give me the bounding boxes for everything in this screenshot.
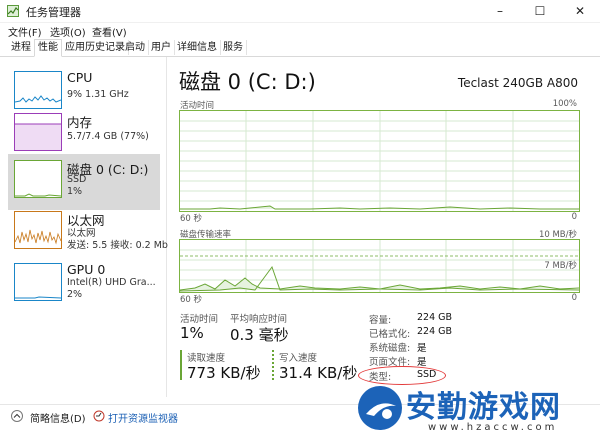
- sidebar-item-gpu[interactable]: GPU 0 Intel(R) UHD Gra... 2%: [8, 257, 160, 313]
- tab-processes[interactable]: 进程: [8, 40, 35, 55]
- sidebar-item-sub2: 1%: [67, 186, 83, 197]
- menu-file[interactable]: 文件(F): [8, 24, 42, 39]
- sidebar-item-sub: 9% 1.31 GHz: [67, 89, 129, 100]
- graph1-max: 100%: [552, 99, 577, 109]
- read-speed-box: 读取速度 773 KB/秒: [180, 350, 268, 382]
- title-bar: 任务管理器 – ☐ ✕: [0, 0, 600, 23]
- ethernet-thumbnail: [14, 211, 62, 249]
- chevron-up-icon[interactable]: [11, 410, 23, 422]
- fewer-details-link[interactable]: 简略信息(D): [30, 410, 86, 425]
- transfer-rate-chart: [179, 240, 580, 292]
- resource-monitor-icon: [93, 410, 105, 422]
- open-resource-monitor-link[interactable]: 打开资源监视器: [108, 410, 178, 425]
- tab-app-history[interactable]: 应用历史记录: [62, 40, 129, 55]
- sidebar-item-label: CPU: [67, 70, 93, 85]
- sidebar-item-sub2: 2%: [67, 289, 83, 300]
- memory-thumbnail: [14, 113, 62, 151]
- prop-key: 系统磁盘:: [369, 343, 411, 354]
- close-button[interactable]: ✕: [560, 0, 600, 22]
- task-manager-icon: [7, 5, 19, 17]
- sidebar-item-disk[interactable]: 磁盘 0 (C: D:) SSD 1%: [8, 154, 160, 210]
- transfer-rate-graph: [179, 239, 580, 293]
- active-time-value: 1%: [180, 324, 204, 342]
- device-name: Teclast 240GB A800: [457, 76, 578, 90]
- sidebar-item-sub2: 发送: 5.5 接收: 0.2 Mb: [67, 240, 168, 251]
- menu-bar: 文件(F) 选项(O) 查看(V): [0, 22, 600, 39]
- sidebar-item-ethernet[interactable]: 以太网 以太网 发送: 5.5 接收: 0.2 Mb: [8, 205, 168, 261]
- active-time-chart: [180, 111, 579, 211]
- menu-view[interactable]: 查看(V): [92, 24, 127, 39]
- maximize-button[interactable]: ☐: [520, 0, 560, 22]
- prop-value: 是: [417, 343, 427, 354]
- sidebar-item-sub: Intel(R) UHD Gra...: [67, 277, 156, 288]
- avg-response-value: 0.3 毫秒: [230, 326, 289, 344]
- graph2-right: 0: [571, 293, 577, 303]
- graph2-mid: 7 MB/秒: [544, 261, 577, 271]
- watermark-url: www.hzaccw.com: [428, 422, 558, 433]
- disk-thumbnail: [14, 160, 62, 198]
- window-title: 任务管理器: [26, 6, 81, 19]
- graph2-left: 60 秒: [180, 295, 203, 305]
- performance-sidebar: CPU 9% 1.31 GHz 内存 5.7/7.4 GB (77%) 磁盘 0…: [0, 57, 168, 397]
- graph1-right: 0: [571, 212, 577, 222]
- tab-services[interactable]: 服务: [220, 40, 247, 55]
- active-time-graph: [179, 110, 580, 212]
- gpu-thumbnail: [14, 263, 62, 301]
- watermark-logo: [358, 386, 402, 430]
- minimize-button[interactable]: –: [480, 0, 520, 22]
- prop-value: 224 GB: [417, 326, 453, 337]
- sidebar-item-label: 内存: [67, 115, 93, 130]
- cpu-thumbnail: [14, 71, 62, 109]
- tab-users[interactable]: 用户: [148, 40, 175, 55]
- prop-key: 容量:: [369, 315, 392, 326]
- sidebar-item-sub: SSD: [67, 174, 87, 185]
- watermark-text: 安勤游戏网: [406, 390, 561, 425]
- watermark: 安勤游戏网 www.hzaccw.com: [352, 378, 600, 440]
- read-speed-value: 773 KB/秒: [187, 364, 261, 382]
- tab-startup[interactable]: 启动: [122, 40, 149, 55]
- write-speed-value: 31.4 KB/秒: [279, 364, 358, 382]
- menu-options[interactable]: 选项(O): [50, 24, 86, 39]
- write-speed-box: 写入速度 31.4 KB/秒: [272, 350, 364, 382]
- tab-bar: 进程 性能 应用历史记录 启动 用户 详细信息 服务: [0, 39, 600, 57]
- graph1-left: 60 秒: [180, 214, 203, 224]
- page-title: 磁盘 0 (C: D:): [179, 70, 316, 94]
- prop-value: 224 GB: [417, 312, 453, 323]
- tab-details[interactable]: 详细信息: [174, 40, 221, 55]
- prop-key: 已格式化:: [369, 329, 411, 340]
- sidebar-item-label: GPU 0: [67, 262, 106, 277]
- avg-response-label: 平均响应时间: [230, 314, 288, 325]
- sidebar-item-sub: 5.7/7.4 GB (77%): [67, 131, 149, 142]
- active-time-label: 活动时间: [180, 314, 219, 325]
- tab-performance[interactable]: 性能: [34, 39, 62, 57]
